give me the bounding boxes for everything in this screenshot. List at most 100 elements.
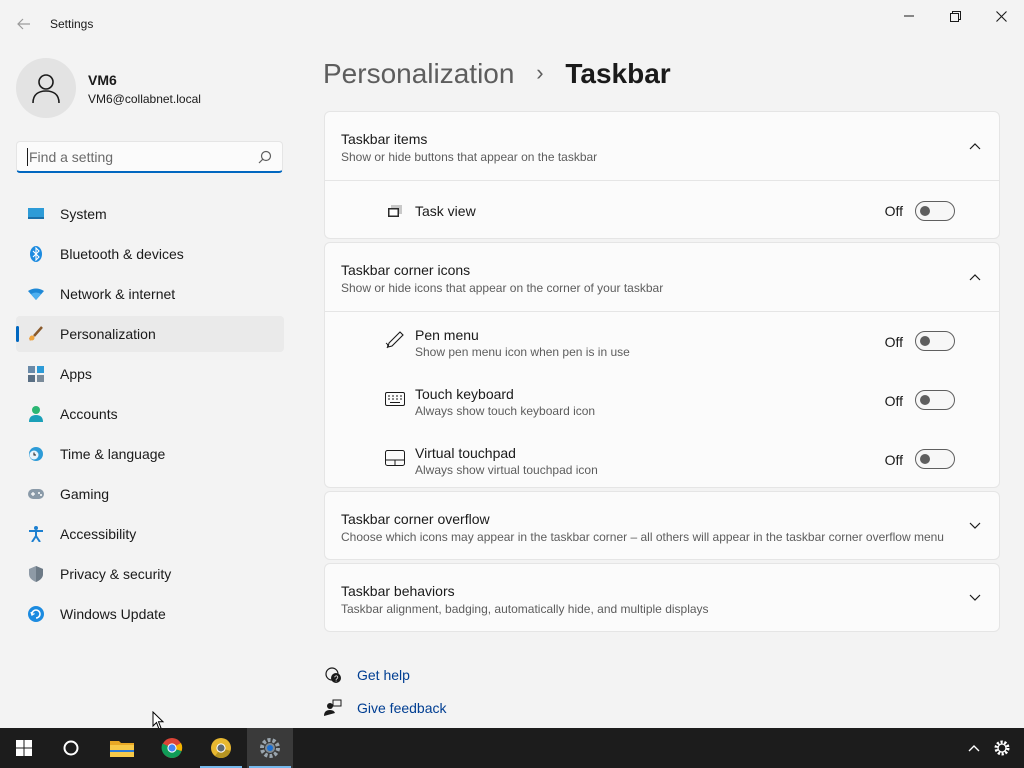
toggle-knob bbox=[920, 206, 930, 216]
toggle-knob bbox=[920, 336, 930, 346]
sidebar-item-label: Network & internet bbox=[60, 286, 176, 302]
chevron-down-icon[interactable] bbox=[967, 518, 983, 534]
chrome-icon bbox=[161, 738, 183, 759]
chevron-up-icon[interactable] bbox=[967, 138, 983, 154]
minimize-icon bbox=[904, 15, 914, 17]
wifi-icon bbox=[28, 286, 44, 302]
start-button[interactable] bbox=[1, 728, 47, 768]
chrome-canary-button[interactable] bbox=[198, 728, 244, 768]
chevron-up-icon[interactable] bbox=[967, 269, 983, 285]
section-title: Taskbar corner overflow bbox=[341, 511, 490, 527]
sidebar-item-label: Time & language bbox=[60, 446, 166, 462]
chevron-up-icon bbox=[968, 745, 980, 752]
toggle-state-label: Off bbox=[884, 203, 903, 219]
sidebar-item-personalization[interactable]: Personalization bbox=[16, 316, 284, 352]
sidebar-nav: System Bluetooth & devices Network & int… bbox=[16, 196, 284, 636]
settings-taskbar-button[interactable] bbox=[247, 728, 293, 768]
breadcrumb: Personalization › Taskbar bbox=[323, 58, 671, 90]
sidebar-item-label: Bluetooth & devices bbox=[60, 246, 184, 262]
breadcrumb-parent[interactable]: Personalization bbox=[323, 58, 514, 89]
get-help-link[interactable]: ? Get help bbox=[323, 665, 410, 685]
restore-button[interactable] bbox=[932, 0, 978, 32]
sidebar-item-label: Windows Update bbox=[60, 606, 166, 622]
toggle-knob bbox=[920, 454, 930, 464]
title-bar: Settings bbox=[0, 0, 1024, 48]
touch-keyboard-toggle[interactable] bbox=[915, 390, 955, 410]
sidebar-item-label: Privacy & security bbox=[60, 566, 172, 582]
sidebar-item-label: Accessibility bbox=[60, 526, 137, 542]
corner-overflow-section[interactable]: Taskbar corner overflow Choose which ico… bbox=[324, 491, 1000, 560]
sidebar-item-time-language[interactable]: Time & language bbox=[16, 436, 284, 472]
restore-icon bbox=[949, 10, 961, 22]
bluetooth-icon bbox=[28, 246, 44, 262]
monitor-icon bbox=[28, 206, 44, 222]
taskbar-items-section: Taskbar items Show or hide buttons that … bbox=[324, 111, 1000, 239]
sidebar-item-gaming[interactable]: Gaming bbox=[16, 476, 284, 512]
setting-title: Pen menu bbox=[415, 327, 479, 343]
pen-menu-toggle[interactable] bbox=[915, 331, 955, 351]
section-description: Show or hide icons that appear on the co… bbox=[341, 281, 664, 295]
sidebar-item-apps[interactable]: Apps bbox=[16, 356, 284, 392]
arrow-left-icon bbox=[17, 18, 30, 30]
sidebar-item-privacy[interactable]: Privacy & security bbox=[16, 556, 284, 592]
section-title: Taskbar behaviors bbox=[341, 583, 455, 599]
corner-icons-header[interactable]: Taskbar corner icons Show or hide icons … bbox=[325, 243, 999, 311]
sidebar-item-network[interactable]: Network & internet bbox=[16, 276, 284, 312]
toggle-state-label: Off bbox=[884, 393, 903, 409]
page-title: Taskbar bbox=[565, 58, 671, 89]
section-description: Show or hide buttons that appear on the … bbox=[341, 150, 598, 164]
back-button[interactable] bbox=[12, 12, 36, 36]
search-input[interactable] bbox=[27, 148, 247, 166]
get-help-label[interactable]: Get help bbox=[357, 667, 410, 683]
feedback-icon bbox=[323, 698, 343, 718]
taskbar-behaviors-section[interactable]: Taskbar behaviors Taskbar alignment, bad… bbox=[324, 563, 1000, 632]
window-title: Settings bbox=[50, 17, 94, 31]
setting-row-touch-keyboard: Touch keyboard Always show touch keyboar… bbox=[325, 371, 999, 430]
chevron-down-icon[interactable] bbox=[967, 590, 983, 606]
setting-description: Always show touch keyboard icon bbox=[415, 404, 596, 418]
user-email: VM6@collabnet.local bbox=[88, 92, 201, 106]
sidebar-item-system[interactable]: System bbox=[16, 196, 284, 232]
shield-icon bbox=[28, 566, 44, 582]
sidebar-item-label: Accounts bbox=[60, 406, 118, 422]
setting-title: Task view bbox=[415, 203, 476, 219]
search-box[interactable] bbox=[16, 141, 283, 173]
sidebar-item-label: Gaming bbox=[60, 486, 110, 502]
taskbar-items-header[interactable]: Taskbar items Show or hide buttons that … bbox=[325, 112, 999, 180]
sidebar-item-label: System bbox=[60, 206, 107, 222]
update-icon bbox=[28, 606, 44, 622]
touchpad-icon bbox=[385, 448, 405, 468]
person-outline-icon bbox=[32, 74, 60, 104]
section-title: Taskbar items bbox=[341, 131, 428, 147]
corner-icons-section: Taskbar corner icons Show or hide icons … bbox=[324, 242, 1000, 488]
accessibility-icon bbox=[28, 526, 44, 542]
sidebar-item-accessibility[interactable]: Accessibility bbox=[16, 516, 284, 552]
give-feedback-link[interactable]: Give feedback bbox=[323, 698, 447, 718]
setting-description: Show pen menu icon when pen is in use bbox=[415, 345, 630, 359]
help-icon: ? bbox=[323, 665, 343, 685]
minimize-button[interactable] bbox=[886, 0, 932, 32]
task-view-toggle[interactable] bbox=[915, 201, 955, 221]
clock-globe-icon bbox=[28, 446, 44, 462]
person-icon bbox=[28, 406, 44, 422]
setting-title: Touch keyboard bbox=[415, 386, 514, 402]
section-title: Taskbar corner icons bbox=[341, 262, 471, 278]
chrome-canary-icon bbox=[211, 738, 231, 759]
sidebar-item-windows-update[interactable]: Windows Update bbox=[16, 596, 284, 632]
give-feedback-label[interactable]: Give feedback bbox=[357, 700, 447, 716]
close-button[interactable] bbox=[978, 0, 1024, 32]
sidebar-item-bluetooth[interactable]: Bluetooth & devices bbox=[16, 236, 284, 272]
close-icon bbox=[995, 10, 1007, 22]
sidebar-item-accounts[interactable]: Accounts bbox=[16, 396, 284, 432]
user-name: VM6 bbox=[88, 72, 117, 88]
cortana-button[interactable] bbox=[48, 728, 94, 768]
setting-row-pen-menu: Pen menu Show pen menu icon when pen is … bbox=[325, 312, 999, 371]
tray-settings-button[interactable] bbox=[982, 728, 1022, 768]
file-explorer-button[interactable] bbox=[99, 728, 145, 768]
section-description: Taskbar alignment, badging, automaticall… bbox=[341, 602, 709, 616]
chrome-button[interactable] bbox=[149, 728, 195, 768]
breadcrumb-separator: › bbox=[536, 60, 544, 85]
virtual-touchpad-toggle[interactable] bbox=[915, 449, 955, 469]
keyboard-icon bbox=[385, 389, 405, 409]
toggle-state-label: Off bbox=[884, 452, 903, 468]
